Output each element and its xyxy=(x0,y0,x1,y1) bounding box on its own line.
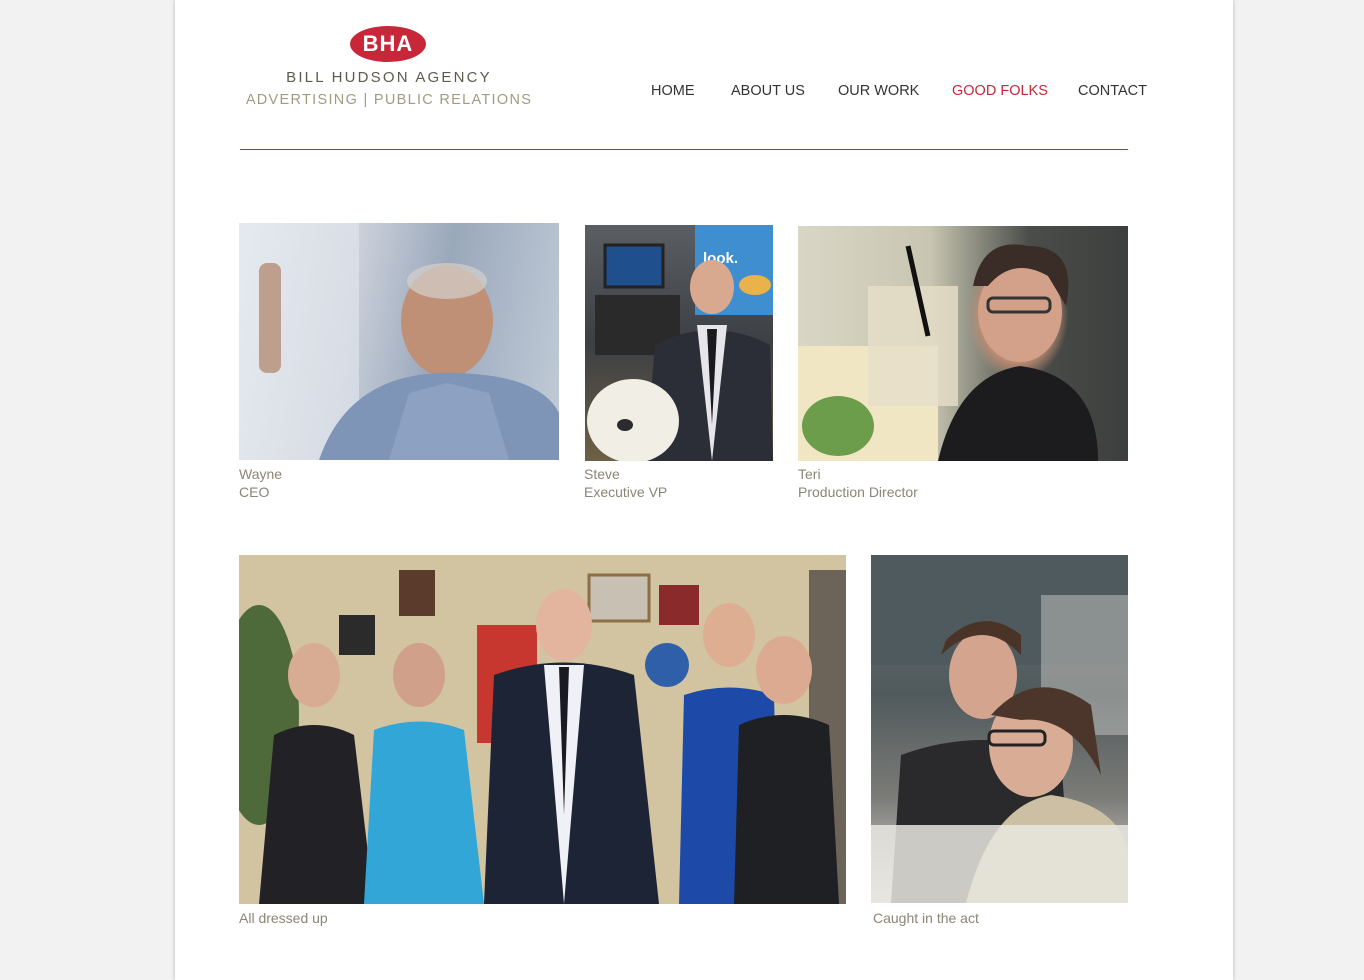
person-name-steve: Steve xyxy=(584,466,620,482)
logo-agency-name: BILL HUDSON AGENCY xyxy=(286,69,492,86)
photo-wayne xyxy=(239,223,559,460)
caption-all-dressed-up: All dressed up xyxy=(239,910,328,926)
caption-wayne: Wayne CEO xyxy=(239,465,282,501)
nav-home[interactable]: HOME xyxy=(651,83,695,99)
logo-tagline: ADVERTISING | PUBLIC RELATIONS xyxy=(245,92,533,108)
header-divider xyxy=(240,149,1128,150)
agency-logo[interactable]: BHA BILL HUDSON AGENCY ADVERTISING | PUB… xyxy=(244,26,539,116)
photo-group-illustration xyxy=(239,555,846,904)
photo-teri-illustration xyxy=(798,244,1098,461)
person-title-teri: Production Director xyxy=(798,484,918,500)
person-title-wayne: CEO xyxy=(239,484,270,500)
photo-all-dressed-up xyxy=(239,555,846,904)
caption-steve: Steve Executive VP xyxy=(584,465,667,501)
logo-mark: BHA xyxy=(350,26,426,62)
photo-wayne-illustration xyxy=(239,223,559,460)
nav-contact[interactable]: CONTACT xyxy=(1078,83,1147,99)
person-title-steve: Executive VP xyxy=(584,484,668,500)
nav-our-work[interactable]: OUR WORK xyxy=(838,83,919,99)
photo-steve-illustration: look. xyxy=(587,225,773,461)
photo-caught-illustration xyxy=(871,555,1128,903)
caption-caught-in-the-act: Caught in the act xyxy=(873,910,979,926)
person-name-teri: Teri xyxy=(798,466,821,482)
caption-teri: Teri Production Director xyxy=(798,465,918,501)
photo-steve: look. xyxy=(585,225,773,461)
person-name-wayne: Wayne xyxy=(239,466,283,482)
photo-teri xyxy=(798,226,1128,461)
nav-good-folks[interactable]: GOOD FOLKS xyxy=(952,83,1048,99)
photo-caught-in-the-act xyxy=(871,555,1128,903)
nav-about-us[interactable]: ABOUT US xyxy=(731,83,805,99)
